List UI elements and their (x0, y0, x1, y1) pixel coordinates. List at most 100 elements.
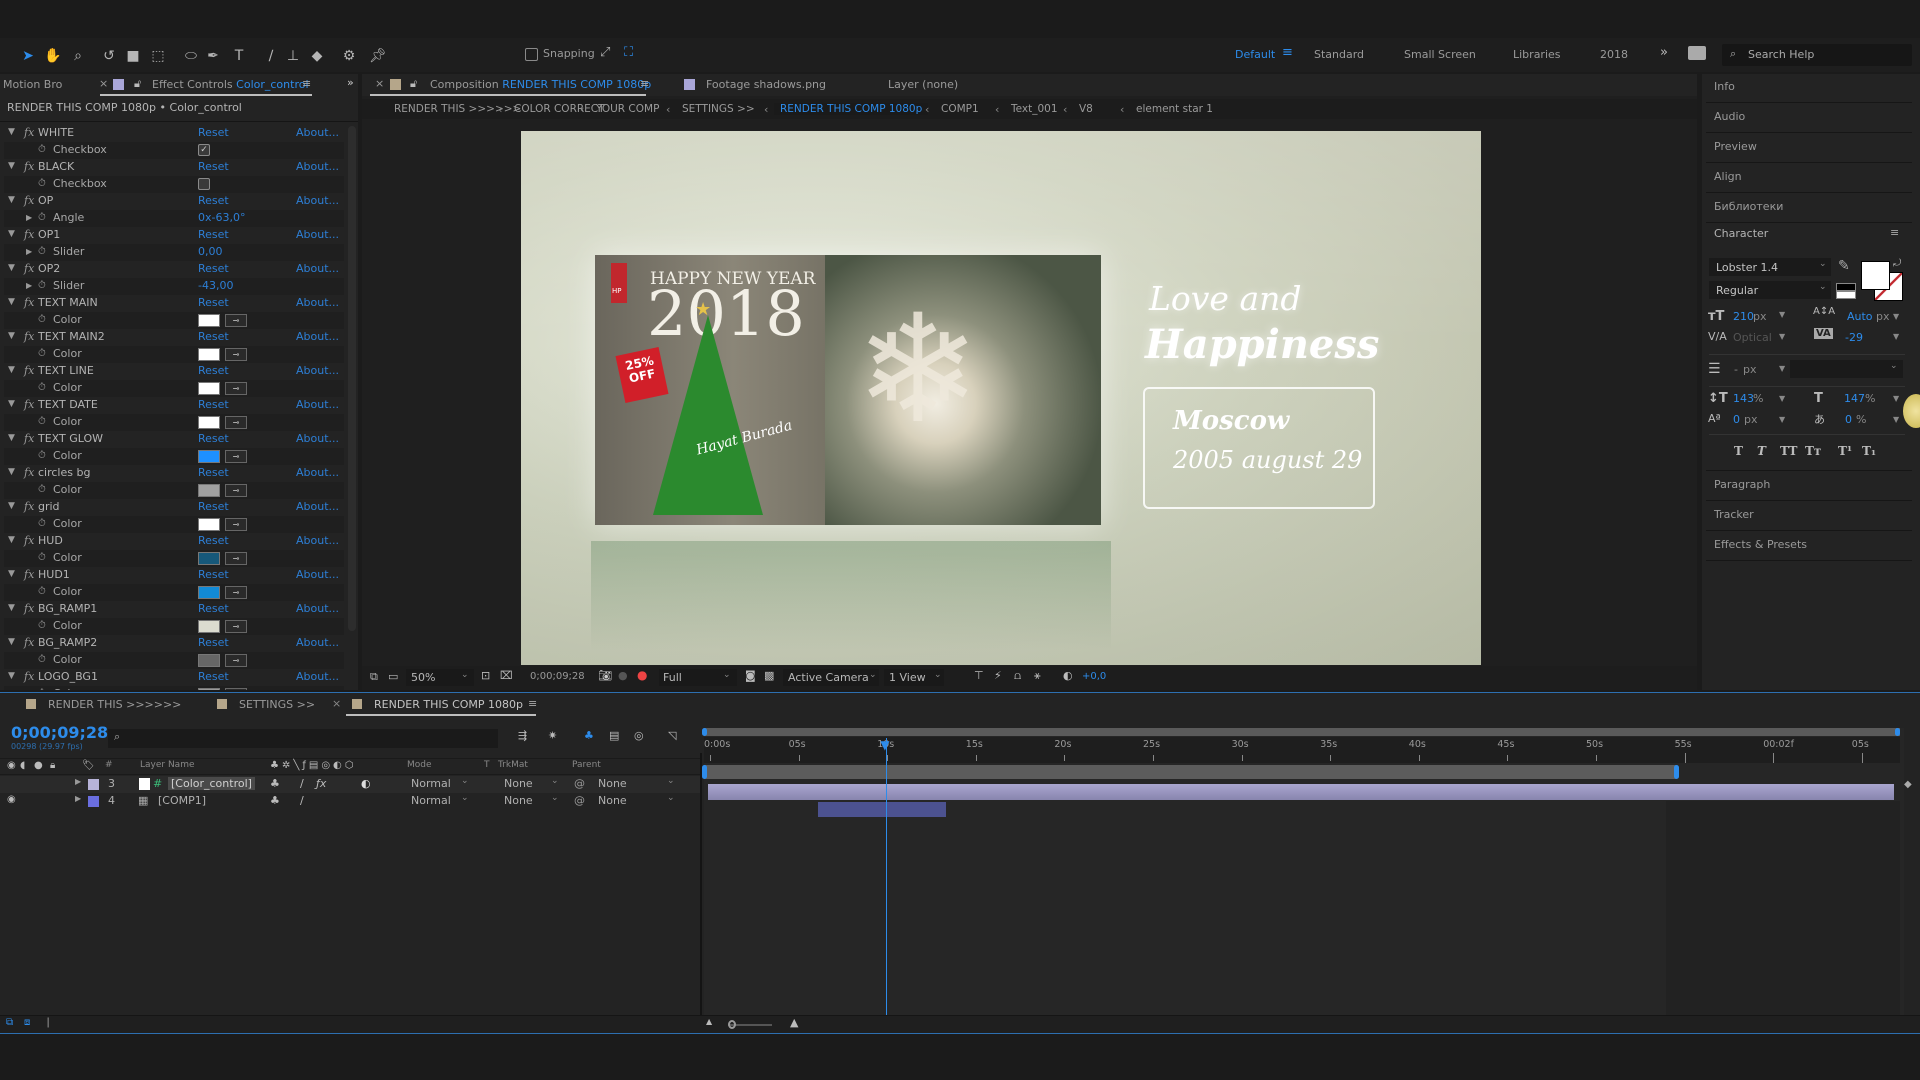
reset-link[interactable]: Reset (198, 126, 229, 139)
breadcrumb-item[interactable]: COLOR CORRECT (514, 103, 605, 115)
about-link[interactable]: About... (296, 636, 339, 649)
layer-row[interactable]: ◉ ▶ 3 # [Color_control] ♣ ∕ ƒx ◐ Normal ⌄ None ⌄ @ Non… (0, 776, 700, 793)
panel-section-4[interactable]: Библиотеки (1714, 200, 1783, 213)
expand-triangle-icon[interactable]: ▶ (26, 247, 32, 256)
work-area-start-handle[interactable] (702, 765, 707, 779)
panel-menu-icon[interactable]: ≡ (1890, 226, 1899, 239)
text-style-button-1[interactable]: T (1757, 444, 1766, 458)
eyedropper-icon[interactable]: ⊸ (225, 654, 247, 667)
swap-colors-icon[interactable]: ⤾ (1893, 258, 1901, 269)
panel-section-tracker[interactable]: Tracker (1714, 508, 1754, 521)
text-style-button-4[interactable]: T¹ (1838, 444, 1852, 458)
expand-triangle-icon[interactable]: ▼ (8, 535, 15, 545)
quality-switch-icon[interactable]: ∕ (300, 794, 304, 807)
fx-toggle-icon[interactable]: fx (24, 602, 34, 615)
eyedropper-icon[interactable]: ⊸ (225, 450, 247, 463)
workspace-libraries[interactable]: Libraries (1513, 48, 1561, 61)
set-white-swatch[interactable] (1836, 291, 1856, 299)
toggle-transparency-icon[interactable]: ▩ (764, 669, 774, 682)
tracking-value[interactable]: -29 (1845, 331, 1863, 344)
transfer-controls-toggle-icon[interactable]: ⧈ (24, 1017, 30, 1028)
exposure-value[interactable]: +0,0 (1082, 671, 1106, 682)
reset-link[interactable]: Reset (198, 602, 229, 615)
reset-link[interactable]: Reset (198, 160, 229, 173)
snapping-options-icon[interactable]: ⤢ (600, 45, 610, 60)
stopwatch-icon[interactable]: ⏱ (38, 620, 46, 631)
effects-scrollbar[interactable] (348, 126, 356, 631)
breadcrumb-item[interactable]: COMP1 (941, 103, 979, 115)
about-link[interactable]: About... (296, 228, 339, 241)
fx-toggle-icon[interactable]: fx (24, 228, 34, 241)
comp-end-marker-icon[interactable]: ◆ (1904, 779, 1912, 790)
flowchart-icon[interactable]: ⚹ (1034, 669, 1041, 683)
lock-column-icon[interactable]: 🔒︎ (50, 760, 55, 771)
label-tag-icon[interactable]: 🏷︎ (82, 760, 95, 771)
baseline-shift-value[interactable]: 0 (1733, 413, 1740, 426)
reset-link[interactable]: Reset (198, 398, 229, 411)
parent-dropdown[interactable]: None ⌄ (592, 776, 678, 792)
timeline-divider[interactable] (700, 753, 702, 1018)
tracking-dropdown-icon[interactable]: ▼ (1893, 332, 1899, 341)
show-snapshot-icon[interactable]: ● (618, 669, 628, 682)
zoom-slider-track[interactable] (728, 1020, 772, 1029)
color-swatch[interactable] (198, 654, 220, 667)
stopwatch-icon[interactable]: ⏱ (38, 654, 46, 665)
reset-link[interactable]: Reset (198, 534, 229, 547)
pen-tool-icon[interactable]: ✒ (203, 46, 223, 66)
stroke-width-value[interactable]: - (1734, 363, 1738, 376)
frame-blending-icon[interactable]: ▤ (609, 729, 619, 742)
about-link[interactable]: About... (296, 568, 339, 581)
property-value[interactable]: 0,00 (198, 245, 223, 258)
layer-name[interactable]: [COMP1] (155, 794, 209, 807)
playhead-handle-icon[interactable]: ▼ (880, 738, 889, 752)
stopwatch-icon[interactable]: ⏱ (38, 416, 46, 427)
blend-mode-dropdown[interactable]: Normal ⌄ (406, 776, 472, 792)
timeline-search-input[interactable]: ⌕ (108, 729, 498, 748)
stopwatch-icon[interactable]: ⏱ (38, 586, 46, 597)
stopwatch-icon[interactable]: ⏱ (38, 688, 46, 690)
layer-name-column-header[interactable]: Layer Name (140, 760, 195, 770)
composition-frame[interactable]: ❄ HP HAPPY NEW YEAR 2018 ★ 25% OFF Hayat… (521, 131, 1481, 665)
expand-triangle-icon[interactable]: ▼ (8, 161, 15, 171)
text-style-button-5[interactable]: T₁ (1862, 444, 1876, 458)
effect-row[interactable]: ▼ fx OP Reset About... (4, 193, 344, 210)
layer-name[interactable]: [Color_control] (168, 777, 255, 790)
breadcrumb-item[interactable]: V8 (1079, 103, 1093, 115)
expand-triangle-icon[interactable]: ▼ (8, 263, 15, 273)
fx-toggle-icon[interactable]: fx (24, 160, 34, 173)
eraser-tool-icon[interactable]: ◆ (307, 46, 327, 66)
snap-to-edges-icon[interactable]: ⛶ (624, 45, 633, 60)
eyedropper-icon[interactable]: ⊸ (225, 688, 247, 690)
quality-switch-icon[interactable]: ∕ (300, 777, 304, 790)
layer-label-color[interactable] (88, 779, 99, 790)
reset-link[interactable]: Reset (198, 364, 229, 377)
tsume-value[interactable]: 0 (1845, 413, 1852, 426)
tsume-dropdown-icon[interactable]: ▼ (1893, 415, 1899, 424)
color-swatch[interactable] (198, 586, 220, 599)
resolution-dropdown[interactable]: Full ⌄ (659, 669, 737, 686)
set-black-swatch[interactable] (1836, 283, 1856, 291)
expand-triangle-icon[interactable]: ▼ (8, 297, 15, 307)
kerning-value[interactable]: Optical (1733, 331, 1772, 344)
view-layout-dropdown[interactable]: 1 View ⌄ (884, 669, 944, 686)
color-swatch[interactable] (198, 484, 220, 497)
close-tab-icon[interactable]: × (99, 77, 108, 90)
tab-motion-bro[interactable]: Motion Bro (3, 78, 62, 91)
color-swatch[interactable] (198, 348, 220, 361)
camera-view-dropdown[interactable]: Active Camera ⌄ (783, 669, 879, 686)
fast-previews-icon[interactable]: ◙ (745, 669, 756, 682)
property-value[interactable]: 0x-63,0° (198, 211, 245, 224)
panel-section-3[interactable]: Align (1714, 170, 1742, 183)
reset-link[interactable]: Reset (198, 670, 229, 683)
time-navigator-start-handle[interactable] (702, 728, 707, 736)
reset-link[interactable]: Reset (198, 330, 229, 343)
fx-toggle-icon[interactable]: fx (24, 432, 34, 445)
work-area-bar[interactable] (702, 765, 1680, 779)
current-time-display[interactable]: 0;00;09;28 (530, 671, 585, 682)
eyedropper-icon[interactable]: ⊸ (225, 314, 247, 327)
track-matte-dropdown[interactable]: None ⌄ (497, 793, 561, 809)
fx-toggle-icon[interactable]: fx (24, 568, 34, 581)
about-link[interactable]: About... (296, 432, 339, 445)
expand-triangle-icon[interactable]: ▶ (75, 777, 81, 786)
about-link[interactable]: About... (296, 466, 339, 479)
